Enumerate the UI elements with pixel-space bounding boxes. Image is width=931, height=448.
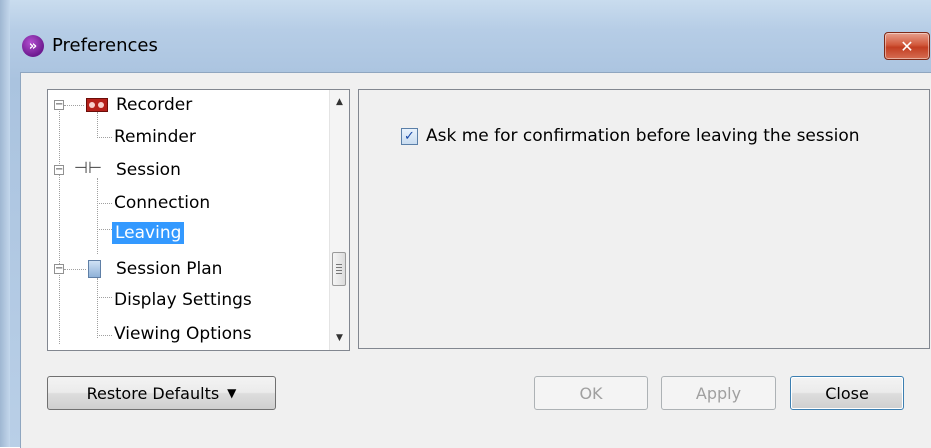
tree-line — [97, 335, 112, 337]
settings-panel: ✓ Ask me for confirmation before leaving… — [358, 89, 930, 349]
preferences-tree[interactable]: − Recorder Reminder − ⊣⊢ Session Connect… — [47, 89, 350, 351]
tree-line — [97, 203, 112, 205]
expander-recorder[interactable]: − — [54, 100, 64, 110]
plug-icon: ⊣⊢ — [74, 158, 102, 177]
tree-item-reminder[interactable]: Reminder — [114, 123, 196, 151]
scroll-thumb[interactable] — [332, 252, 346, 286]
tree-line — [59, 104, 61, 344]
title-bar[interactable]: » Preferences ✕ — [10, 10, 931, 72]
close-button[interactable]: Close — [790, 376, 904, 410]
document-icon — [88, 260, 101, 278]
tree-line — [97, 112, 99, 138]
tree-item-session-plan[interactable]: Session Plan — [116, 255, 222, 283]
tree-item-connection[interactable]: Connection — [114, 189, 210, 217]
tree-item-leaving[interactable]: Leaving — [112, 219, 185, 247]
dialog-client-area: − Recorder Reminder − ⊣⊢ Session Connect… — [20, 72, 931, 448]
restore-defaults-label: Restore Defaults — [86, 383, 220, 403]
apply-button[interactable]: Apply — [661, 376, 776, 410]
tree-line — [97, 137, 112, 139]
selected-label: Leaving — [112, 222, 185, 244]
dropdown-arrow-icon: ▼ — [227, 386, 237, 400]
tree-line — [97, 229, 112, 231]
window-frame: » Preferences ✕ − Recorder Reminder − ⊣⊢ — [0, 0, 931, 448]
tree-item-recorder[interactable]: Recorder — [116, 91, 192, 119]
tree-line — [64, 269, 86, 271]
scroll-down-arrow-icon[interactable]: ▼ — [330, 328, 349, 348]
tree-line — [97, 178, 99, 254]
tree-line — [97, 297, 112, 299]
confirm-leaving-checkbox[interactable]: ✓ — [401, 128, 418, 145]
expander-session[interactable]: − — [54, 165, 64, 175]
desktop-edge — [0, 0, 10, 447]
tree-line — [64, 105, 84, 107]
expander-session-plan[interactable]: − — [54, 264, 64, 274]
tree-line — [97, 278, 99, 338]
confirm-leaving-label[interactable]: Ask me for confirmation before leaving t… — [426, 126, 860, 146]
tree-item-viewing-options[interactable]: Viewing Options — [114, 320, 252, 348]
tree-item-display-settings[interactable]: Display Settings — [114, 286, 252, 314]
app-icon: » — [22, 35, 44, 57]
restore-defaults-button[interactable]: Restore Defaults ▼ — [47, 376, 276, 410]
recorder-icon — [86, 98, 108, 112]
scroll-up-arrow-icon[interactable]: ▲ — [330, 92, 349, 112]
tree-item-session[interactable]: Session — [116, 156, 181, 184]
close-icon: ✕ — [900, 36, 914, 56]
window-title: Preferences — [52, 35, 158, 56]
ok-button[interactable]: OK — [534, 376, 648, 410]
tree-scrollbar[interactable]: ▲ ▼ — [329, 90, 349, 350]
window-close-button[interactable]: ✕ — [884, 32, 930, 60]
